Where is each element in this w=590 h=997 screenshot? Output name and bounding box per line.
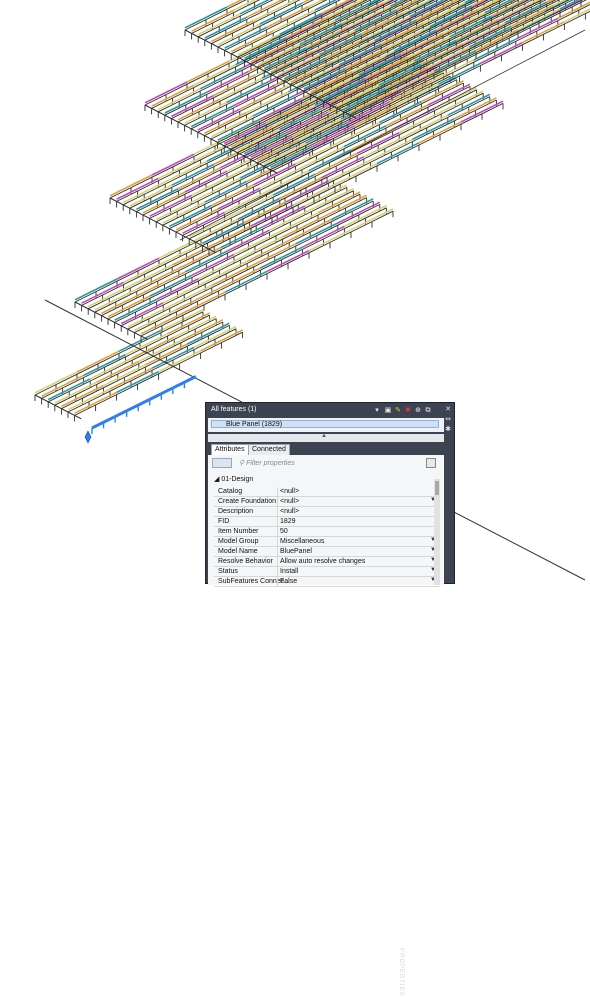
property-key: Status bbox=[218, 568, 238, 575]
column-divider bbox=[277, 517, 278, 527]
copy-icon[interactable]: ▣ bbox=[384, 406, 392, 414]
property-value[interactable]: Install bbox=[280, 568, 298, 575]
selection-grip-icon[interactable] bbox=[85, 431, 91, 443]
property-row[interactable]: SubFeatures Connec...False▼ bbox=[214, 577, 440, 587]
collapse-up-icon[interactable]: ▲ bbox=[321, 433, 327, 439]
property-row[interactable]: Catalog <null> bbox=[214, 487, 440, 497]
scrollbar-thumb[interactable] bbox=[435, 481, 439, 495]
property-value[interactable]: <null> bbox=[280, 488, 299, 495]
copy-selection-icon[interactable]: ⧉ bbox=[424, 406, 432, 414]
close-icon[interactable]: ✕ bbox=[444, 405, 452, 413]
column-divider bbox=[277, 537, 278, 547]
property-value[interactable]: <null> bbox=[280, 508, 299, 515]
column-divider bbox=[277, 577, 278, 587]
delete-icon[interactable]: ✖ bbox=[404, 406, 412, 414]
tab-connected[interactable]: Connected bbox=[248, 444, 290, 455]
pin-icon[interactable]: ⇔ bbox=[444, 415, 452, 423]
settings-icon[interactable]: ✱ bbox=[444, 425, 452, 433]
property-row[interactable]: Description <null> bbox=[214, 507, 440, 517]
property-value[interactable]: BluePanel bbox=[280, 548, 312, 555]
group-label: 01-Design bbox=[221, 476, 253, 483]
property-key: Create Foundation bbox=[218, 498, 276, 505]
sort-icon[interactable] bbox=[212, 458, 232, 468]
group-header[interactable]: ◢ 01-Design bbox=[214, 475, 253, 483]
feature-selector-label[interactable]: All features (1) bbox=[211, 406, 257, 413]
property-key: Catalog bbox=[218, 488, 242, 495]
property-value[interactable]: 50 bbox=[280, 528, 288, 535]
property-key: Description bbox=[218, 508, 253, 515]
property-key: Item Number bbox=[218, 528, 258, 535]
column-divider bbox=[277, 507, 278, 517]
property-row[interactable]: Model GroupMiscellaneous▼ bbox=[214, 537, 440, 547]
property-row[interactable]: Item Number 50 bbox=[214, 527, 440, 537]
property-row[interactable]: StatusInstall▼ bbox=[214, 567, 440, 577]
column-divider bbox=[277, 547, 278, 557]
highlight-icon[interactable]: ✎ bbox=[394, 406, 402, 414]
property-row[interactable]: Model NameBluePanel▼ bbox=[214, 547, 440, 557]
column-divider bbox=[277, 487, 278, 497]
palette-side-label: PROPERTIES bbox=[398, 948, 404, 997]
chevron-down-icon[interactable]: ▾ bbox=[373, 406, 381, 414]
property-key: Model Group bbox=[218, 538, 258, 545]
property-row[interactable]: Resolve Behavior Allow auto resolve chang… bbox=[214, 557, 440, 567]
property-row[interactable]: Create Foundation<null>▼ bbox=[214, 497, 440, 507]
filter-placeholder: Filter properties bbox=[246, 460, 295, 467]
zoom-icon[interactable]: ⊕ bbox=[414, 406, 422, 414]
column-divider bbox=[277, 567, 278, 577]
column-divider bbox=[277, 557, 278, 567]
column-divider bbox=[277, 497, 278, 507]
property-key: Model Name bbox=[218, 548, 258, 555]
property-key: FID bbox=[218, 518, 229, 525]
selected-feature-item[interactable]: Blue Panel (1829) bbox=[211, 420, 439, 428]
property-row[interactable]: FID 1829 bbox=[214, 517, 440, 527]
property-value[interactable]: Miscellaneous bbox=[280, 538, 324, 545]
property-value[interactable]: Allow auto resolve changes bbox=[280, 558, 365, 565]
property-value[interactable]: <null> bbox=[280, 498, 299, 505]
property-value[interactable]: 1829 bbox=[280, 518, 296, 525]
scrollbar[interactable] bbox=[434, 479, 440, 585]
properties-palette: All features (1) ▾ ▣ ✎ ✖ ⊕ ⧉ Blue Panel … bbox=[205, 402, 455, 584]
property-key: Resolve Behavior bbox=[218, 558, 273, 565]
filter-input[interactable]: ⚲ Filter properties bbox=[239, 459, 295, 467]
selected-blue-panel[interactable] bbox=[92, 377, 196, 434]
column-divider bbox=[277, 527, 278, 537]
grid-toggle-icon[interactable] bbox=[426, 458, 436, 468]
tab-attributes[interactable]: Attributes bbox=[211, 444, 249, 455]
